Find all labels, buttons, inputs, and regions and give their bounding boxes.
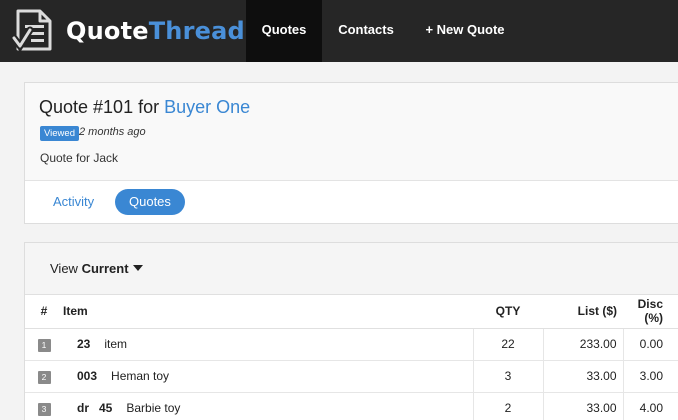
quote-description: Quote for Jack [40, 151, 119, 165]
item-qty[interactable]: 2 [472, 392, 543, 420]
nav-contacts[interactable]: Contacts [330, 0, 402, 62]
nav-quotes[interactable]: Quotes [246, 0, 322, 62]
item-list-price[interactable]: 33.00 [542, 392, 623, 420]
item-sku: dr 45 [77, 401, 113, 415]
item-list-price[interactable]: 233.00 [542, 328, 623, 361]
view-dropdown-button[interactable]: View Current [41, 255, 152, 283]
item-qty[interactable]: 3 [472, 360, 543, 393]
quote-items-panel: View Current # Item QTY List ($) Disc (%… [24, 242, 678, 420]
brand-name: QuoteThread [66, 17, 245, 45]
buyer-link[interactable]: Buyer One [164, 97, 250, 117]
header-qty: QTY [473, 295, 543, 329]
item-discount[interactable]: 3.00 [622, 360, 678, 393]
viewed-timestamp: 2 months ago [79, 126, 146, 138]
item-discount[interactable]: 0.00 [622, 328, 678, 361]
items-table: # Item QTY List ($) Disc (%) 1 23 item 22… [25, 295, 678, 420]
table-row[interactable]: 2 003 Heman toy 3 33.00 3.00 [25, 360, 678, 393]
header-item: Item [63, 295, 473, 329]
header-list-price: List ($) [543, 295, 623, 329]
page-title: Quote #101 for Buyer One [39, 97, 250, 118]
table-row[interactable]: 3 dr 45 Barbie toy 2 33.00 4.00 [25, 392, 678, 420]
quote-header: Quote #101 for Buyer One Viewed 2 months… [25, 83, 678, 181]
table-row[interactable]: 1 23 item 22 233.00 0.00 [25, 328, 678, 361]
header-num: # [25, 295, 63, 329]
quote-header-panel: Quote #101 for Buyer One Viewed 2 months… [24, 82, 678, 224]
quote-title-prefix: Quote #101 for [39, 97, 160, 117]
table-header-row: # Item QTY List ($) Disc (%) [25, 295, 678, 329]
view-dropdown-label: View [50, 261, 78, 276]
item-discount[interactable]: 4.00 [622, 392, 678, 420]
row-number-badge: 3 [37, 402, 51, 416]
nav-new-quote[interactable]: + New Quote [420, 0, 510, 62]
item-sku: 003 [77, 369, 98, 383]
status-badge: Viewed [40, 126, 79, 141]
item-description: Heman toy [111, 369, 170, 383]
header-discount: Disc (%) [623, 295, 678, 329]
view-dropdown-value: Current [81, 261, 129, 276]
brand-name-part1: Quote [66, 17, 149, 45]
caret-down-icon [132, 265, 143, 271]
items-toolbar: View Current [25, 243, 678, 295]
brand[interactable]: QuoteThread [12, 8, 245, 54]
item-description: item [104, 337, 128, 351]
row-number-badge: 2 [37, 370, 51, 384]
tab-quotes[interactable]: Quotes [115, 189, 185, 215]
item-sku: 23 [77, 337, 91, 351]
brand-name-part2: Thread [148, 17, 245, 45]
item-qty[interactable]: 22 [472, 328, 543, 361]
item-list-price[interactable]: 33.00 [542, 360, 623, 393]
tab-activity[interactable]: Activity [39, 189, 108, 215]
document-check-logo-icon [12, 9, 52, 53]
top-navbar: QuoteThread Quotes Contacts + New Quote [0, 0, 678, 62]
row-number-badge: 1 [37, 338, 51, 352]
item-description: Barbie toy [126, 401, 181, 415]
